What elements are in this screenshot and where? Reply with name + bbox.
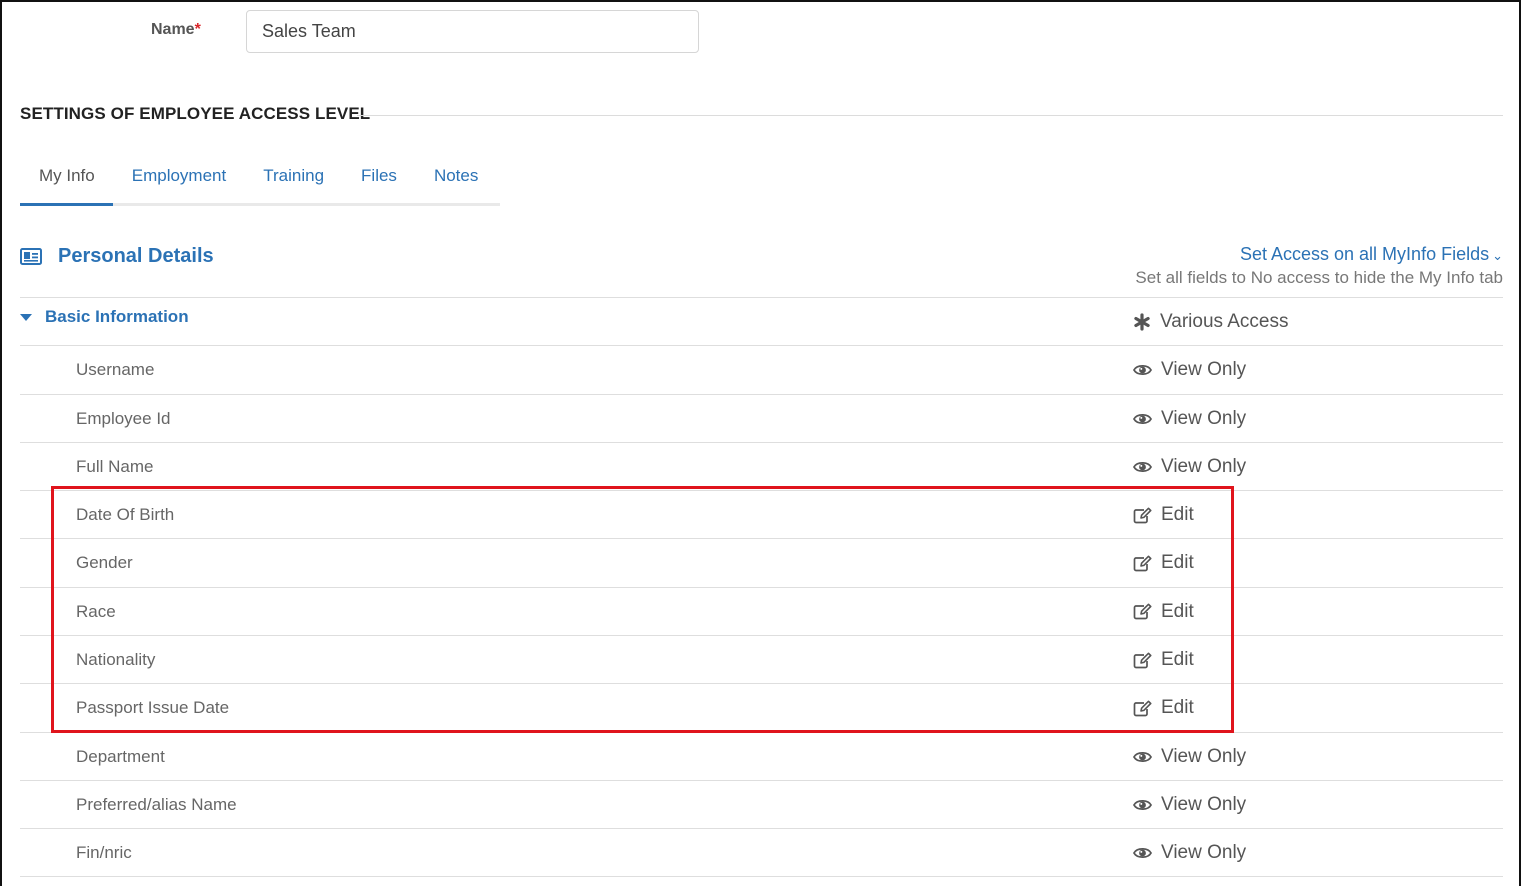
access-label: View Only — [1161, 455, 1247, 477]
tab-notes[interactable]: Notes — [415, 155, 496, 203]
access-table: Basic Information Various Access Usernam… — [20, 297, 1503, 877]
eye-icon — [1133, 461, 1152, 472]
access-selector[interactable]: View Only — [1133, 746, 1246, 768]
required-asterisk: * — [194, 21, 201, 38]
edit-icon — [1133, 700, 1152, 717]
access-selector[interactable]: View Only — [1133, 842, 1246, 864]
name-form-row: Name* — [0, 10, 700, 53]
tab-files[interactable]: Files — [342, 155, 415, 203]
field-label: Preferred/alias Name — [76, 794, 237, 814]
access-selector[interactable]: Edit — [1133, 601, 1194, 623]
personal-details-title: Personal Details — [58, 245, 214, 267]
id-card-icon — [20, 248, 42, 265]
caret-down-icon[interactable] — [20, 314, 32, 321]
group-label[interactable]: Basic Information — [45, 307, 189, 327]
field-row: Race Edit — [20, 586, 1503, 635]
access-label: Edit — [1161, 697, 1194, 719]
field-label: Date Of Birth — [76, 505, 175, 525]
section-heading: SETTINGS OF EMPLOYEE ACCESS LEVEL — [20, 104, 371, 123]
field-row: Department View Only — [20, 731, 1503, 780]
access-label: View Only — [1161, 842, 1247, 864]
eye-icon — [1133, 799, 1152, 810]
field-label: Department — [76, 746, 165, 766]
tab-training[interactable]: Training — [244, 155, 342, 203]
access-selector[interactable]: View Only — [1133, 408, 1246, 430]
field-label: Nationality — [76, 650, 156, 670]
asterisk-icon — [1134, 313, 1150, 331]
edit-icon — [1133, 507, 1152, 524]
access-label: View Only — [1161, 359, 1247, 381]
access-selector[interactable]: Edit — [1133, 649, 1194, 671]
access-label: Edit — [1161, 649, 1194, 671]
access-label: Edit — [1161, 552, 1194, 574]
field-row: Fin/nric View Only — [20, 828, 1503, 877]
access-selector[interactable]: Edit — [1133, 552, 1194, 574]
field-label: Username — [76, 360, 155, 380]
access-selector[interactable]: View Only — [1133, 794, 1246, 816]
field-label: Passport Issue Date — [76, 698, 230, 718]
group-row-basic-information: Basic Information Various Access — [20, 297, 1503, 345]
access-selector[interactable]: View Only — [1133, 456, 1246, 478]
tab-employment[interactable]: Employment — [113, 155, 244, 203]
access-selector[interactable]: Edit — [1133, 697, 1194, 719]
set-access-dropdown[interactable]: Set Access on all MyInfo Fields ⌄ — [1240, 244, 1503, 265]
field-label: Employee Id — [76, 408, 171, 428]
eye-icon — [1133, 413, 1152, 424]
access-selector[interactable]: View Only — [1133, 359, 1246, 381]
name-input[interactable] — [246, 10, 699, 53]
name-label: Name* — [151, 21, 201, 38]
field-row: Nationality Edit — [20, 635, 1503, 683]
edit-icon — [1133, 555, 1152, 572]
tab-my-info[interactable]: My Info — [20, 155, 113, 206]
access-label: Various Access — [1160, 311, 1289, 332]
field-row: Full Name View Only — [20, 441, 1503, 490]
eye-icon — [1133, 751, 1152, 762]
chevron-down-icon: ⌄ — [1492, 248, 1503, 263]
field-label: Gender — [76, 553, 133, 573]
edit-icon — [1133, 652, 1152, 668]
field-label: Full Name — [76, 456, 154, 476]
field-label: Race — [76, 601, 116, 621]
access-label: Edit — [1161, 504, 1194, 526]
edit-icon — [1133, 603, 1152, 620]
eye-icon — [1133, 365, 1152, 376]
set-access-label: Set Access on all MyInfo Fields — [1239, 244, 1490, 264]
eye-icon — [1133, 848, 1152, 859]
access-selector[interactable]: Various Access — [1133, 311, 1288, 333]
field-row: Username View Only — [20, 345, 1503, 393]
access-label: View Only — [1161, 793, 1247, 815]
access-label: Edit — [1161, 600, 1194, 622]
field-row: Preferred/alias Name View Only — [20, 779, 1503, 828]
field-row: Date Of Birth Edit — [20, 490, 1503, 538]
field-row: Employee Id View Only — [20, 393, 1503, 442]
set-access-hint: Set all fields to No access to hide the … — [1135, 268, 1503, 287]
field-label: Fin/nric — [76, 843, 132, 863]
heading-divider — [357, 115, 1503, 116]
access-label: View Only — [1161, 407, 1247, 429]
tab-bar: My Info Employment Training Files Notes — [20, 155, 500, 206]
access-label: View Only — [1161, 745, 1247, 767]
access-selector[interactable]: Edit — [1133, 504, 1194, 526]
field-row: Passport Issue Date Edit — [20, 683, 1503, 731]
field-row: Gender Edit — [20, 538, 1503, 586]
